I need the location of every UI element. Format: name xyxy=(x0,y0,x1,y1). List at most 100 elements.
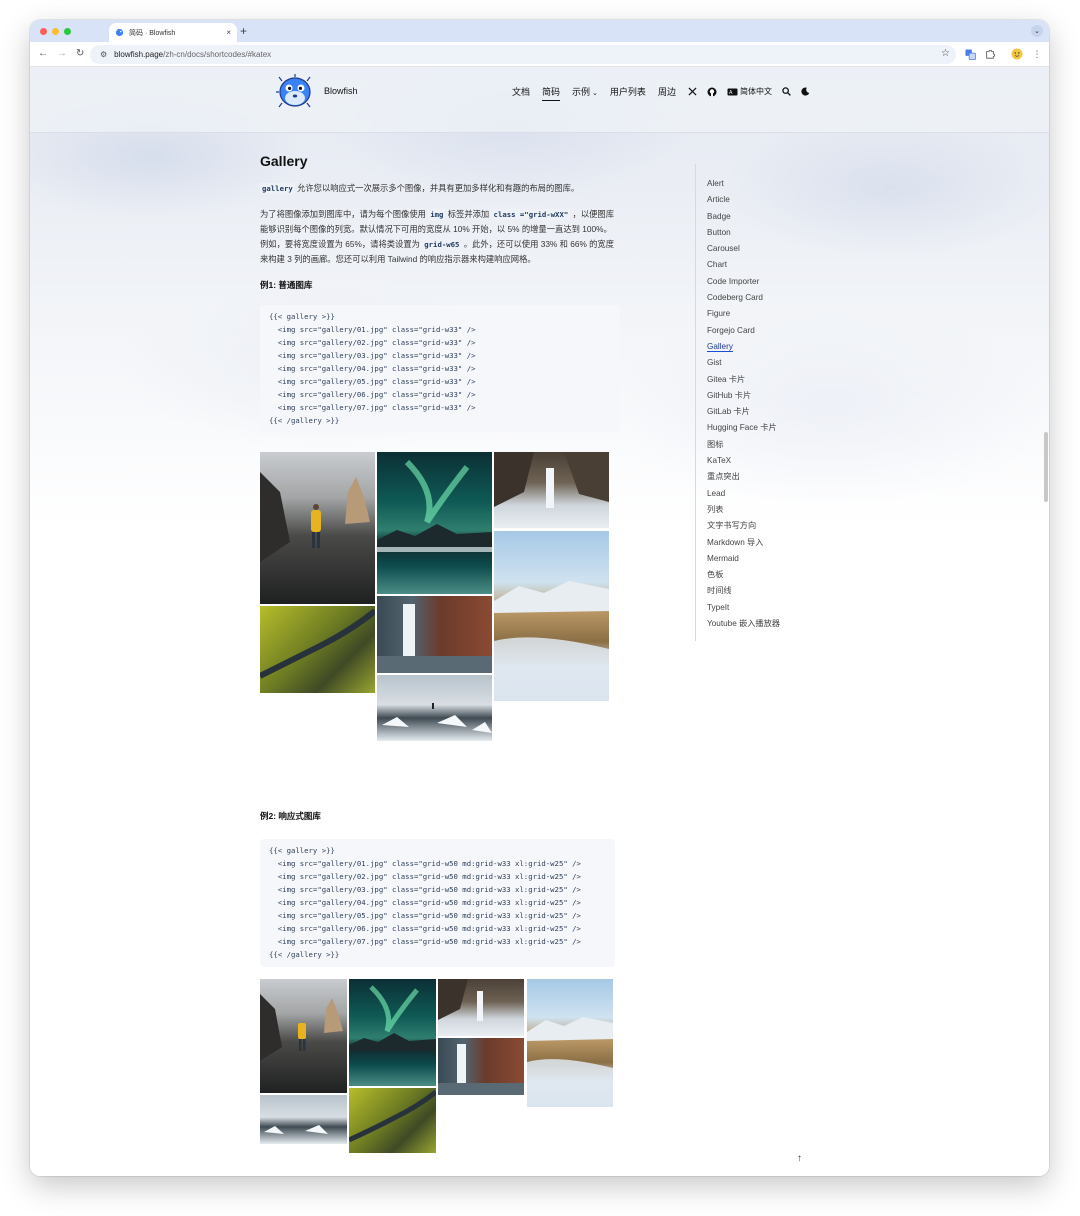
tab-search-chevron-icon[interactable]: ⌄ xyxy=(1031,25,1043,37)
toc-item[interactable]: Alert xyxy=(707,178,845,194)
toc-item[interactable]: Codeberg Card xyxy=(707,292,845,308)
toc-item[interactable]: Mermaid xyxy=(707,553,845,569)
site-header: Blowfish 文档 简码 示例 ⌄ 用户列表 周边 A 简体中文 xyxy=(30,67,1049,133)
gallery1-image-aerial-road[interactable] xyxy=(260,606,375,693)
toc-item[interactable]: Gist xyxy=(707,357,845,373)
svg-text:A: A xyxy=(729,90,733,96)
browser-toolbar: ← → ↻ ⚙ blowfish.page/zh-cn/docs/shortco… xyxy=(30,42,1049,67)
browser-window: 简码 · Blowfish × + ⌄ ← → ↻ ⚙ blowfish.pag… xyxy=(30,20,1049,1176)
page-scrollbar[interactable] xyxy=(1044,432,1048,502)
usage-text-1: 为了将图像添加到图库中，请为每个图像使用 xyxy=(260,209,429,219)
maximize-window-button[interactable] xyxy=(64,28,71,35)
web-page: Blowfish 文档 简码 示例 ⌄ 用户列表 周边 A 简体中文 Galle… xyxy=(30,67,1049,1176)
main-nav: 文档 简码 示例 ⌄ 用户列表 周边 A 简体中文 xyxy=(512,85,820,101)
search-icon[interactable] xyxy=(782,87,791,96)
toc-item[interactable]: Gitea 卡片 xyxy=(707,374,845,390)
close-tab-icon[interactable]: × xyxy=(226,28,231,37)
language-label: 简体中文 xyxy=(739,87,772,96)
blowfish-logo-icon[interactable] xyxy=(276,74,314,110)
toc-item[interactable]: 文字书写方向 xyxy=(707,520,845,536)
section-title: Gallery xyxy=(260,153,308,169)
new-tab-button[interactable]: + xyxy=(240,24,247,38)
example1-code-block[interactable]: {{< gallery >}} <img src="gallery/01.jpg… xyxy=(260,305,620,432)
site-info-icon[interactable]: ⚙ xyxy=(100,50,107,59)
toc-item[interactable]: Hugging Face 卡片 xyxy=(707,422,845,438)
gallery2-image-ice-beach[interactable] xyxy=(260,1095,347,1144)
gallery1-image-ice-beach[interactable] xyxy=(377,675,492,741)
example1-heading: 例1: 普通图库 xyxy=(260,280,313,290)
dark-mode-moon-icon[interactable] xyxy=(801,87,810,96)
toc-item[interactable]: Badge xyxy=(707,211,845,227)
translate-icon: A xyxy=(727,88,738,96)
intro-text: 允许您以响应式一次展示多个图像，并具有更加多样化和有趣的布局的图库。 xyxy=(294,183,580,193)
toc-item[interactable]: 列表 xyxy=(707,504,845,520)
tab-title: 简码 · Blowfish xyxy=(129,29,176,37)
inline-code-img: img xyxy=(428,209,446,220)
toc-item[interactable]: GitLab 卡片 xyxy=(707,406,845,422)
github-icon[interactable] xyxy=(707,87,717,97)
bookmark-star-icon[interactable]: ☆ xyxy=(941,48,950,59)
tab-bar: 简码 · Blowfish × + ⌄ xyxy=(30,20,1049,42)
toc-item[interactable]: Figure xyxy=(707,308,845,324)
gallery1-image-beach-person[interactable] xyxy=(260,452,375,604)
toc-item[interactable]: Markdown 导入 xyxy=(707,537,845,553)
reload-icon[interactable]: ↻ xyxy=(76,48,84,60)
url-path: /zh-cn/docs/shortcodes/#katex xyxy=(163,50,272,59)
toc-item-active[interactable]: Gallery xyxy=(707,341,845,357)
gallery2-image-aerial-road[interactable] xyxy=(349,1088,436,1153)
toc-item[interactable]: Lead xyxy=(707,488,845,504)
toc-item[interactable]: 重点突出 xyxy=(707,471,845,487)
gallery1-image-waterfall-cliff[interactable] xyxy=(377,596,492,673)
close-window-button[interactable] xyxy=(40,28,47,35)
usage-text-2: 标签并添加 xyxy=(445,209,492,219)
toc-item[interactable]: 图标 xyxy=(707,439,845,455)
toc-item[interactable]: Button xyxy=(707,227,845,243)
x-twitter-icon[interactable] xyxy=(688,87,697,96)
browser-menu-icon[interactable]: ⋮ xyxy=(1030,47,1044,61)
example2-code-block[interactable]: {{< gallery >}} <img src="gallery/01.jpg… xyxy=(260,839,615,967)
article-content: Gallery gallery 允许您以响应式一次展示多个图像，并具有更加多样化… xyxy=(260,153,620,432)
gallery1-image-aurora[interactable] xyxy=(377,452,492,594)
toc-item[interactable]: KaTeX xyxy=(707,455,845,471)
browser-tab[interactable]: 简码 · Blowfish × xyxy=(109,23,237,42)
gallery2-image-snowy-mountains[interactable] xyxy=(527,979,613,1107)
nav-users[interactable]: 用户列表 xyxy=(610,85,646,98)
translate-icon[interactable] xyxy=(963,47,977,61)
toc-item[interactable]: TypeIt xyxy=(707,602,845,618)
gallery1-image-waterfall-snow[interactable] xyxy=(494,452,609,528)
gallery1-image-snowy-mountains[interactable] xyxy=(494,531,609,701)
profile-avatar-icon[interactable] xyxy=(1010,47,1024,61)
inline-code-grid-w65: grid-w65 xyxy=(422,239,462,250)
extensions-puzzle-icon[interactable] xyxy=(983,47,997,61)
intro-paragraph: gallery 允许您以响应式一次展示多个图像，并具有更加多样化和有趣的布局的图… xyxy=(260,181,620,196)
address-bar[interactable]: ⚙ blowfish.page/zh-cn/docs/shortcodes/#k… xyxy=(90,45,956,64)
gallery2-image-waterfall-snow[interactable] xyxy=(438,979,524,1036)
brand-name[interactable]: Blowfish xyxy=(324,86,358,96)
back-to-top-arrow-icon[interactable]: ↑ xyxy=(797,1153,802,1164)
minimize-window-button[interactable] xyxy=(52,28,59,35)
toc-item[interactable]: 色板 xyxy=(707,569,845,585)
nav-merch[interactable]: 周边 xyxy=(658,85,676,98)
toc-item[interactable]: Article xyxy=(707,194,845,210)
inline-code-class: class ="grid-wXX" xyxy=(491,209,571,220)
toc-item[interactable]: Forgejo Card xyxy=(707,325,845,341)
gallery2-image-beach-person[interactable] xyxy=(260,979,347,1093)
back-arrow-icon[interactable]: ← xyxy=(38,48,48,60)
toc-item[interactable]: Youtube 嵌入播放器 xyxy=(707,618,845,634)
example2-section: 例2: 响应式图库 {{< gallery >}} <img src="gall… xyxy=(260,810,620,967)
table-of-contents: Alert Article Badge Button Carousel Char… xyxy=(695,164,845,641)
nav-examples[interactable]: 示例 ⌄ xyxy=(572,85,598,98)
toc-item[interactable]: GitHub 卡片 xyxy=(707,390,845,406)
toc-item[interactable]: Carousel xyxy=(707,243,845,259)
gallery2-image-aurora[interactable] xyxy=(349,979,436,1086)
toc-item[interactable]: Code Importer xyxy=(707,276,845,292)
language-switcher[interactable]: A 简体中文 xyxy=(727,86,772,97)
blowfish-favicon-icon xyxy=(115,28,124,37)
nav-shortcodes[interactable]: 简码 xyxy=(542,85,561,101)
forward-arrow-icon[interactable]: → xyxy=(57,48,67,60)
gallery2-image-waterfall-cliff[interactable] xyxy=(438,1038,524,1095)
toc-item[interactable]: 时间线 xyxy=(707,585,845,601)
nav-docs[interactable]: 文档 xyxy=(512,85,530,98)
usage-paragraph: 为了将图像添加到图库中，请为每个图像使用 img 标签并添加 class ="g… xyxy=(260,207,620,267)
toc-item[interactable]: Chart xyxy=(707,259,845,275)
